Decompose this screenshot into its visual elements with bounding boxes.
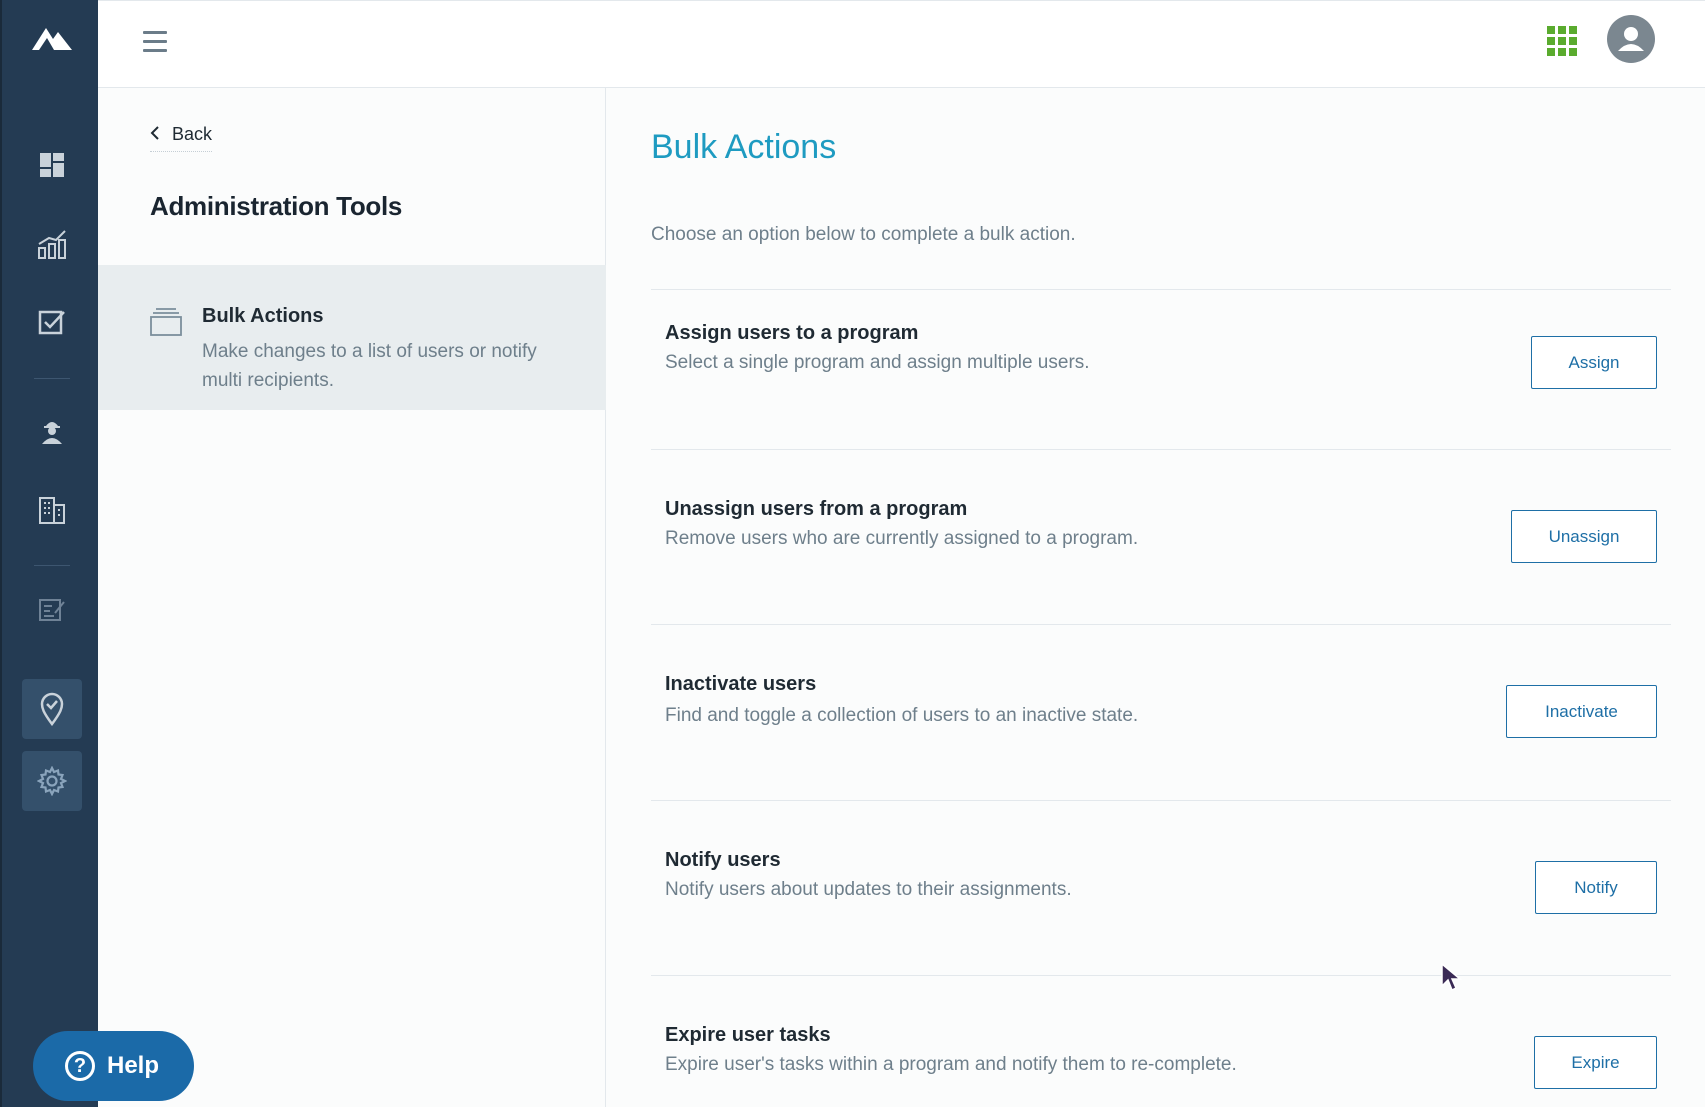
help-button[interactable]: ? Help	[33, 1031, 194, 1101]
action-row: Assign users to a program Select a singl…	[651, 289, 1671, 449]
action-title: Assign users to a program	[665, 322, 919, 344]
action-description: Notify users about updates to their assi…	[665, 879, 1072, 900]
dashboard-icon[interactable]	[22, 135, 82, 195]
analytics-chart-icon[interactable]	[22, 214, 82, 274]
action-title: Unassign users from a program	[665, 498, 968, 520]
action-description: Find and toggle a collection of users to…	[665, 705, 1139, 726]
edit-form-icon[interactable]	[22, 580, 82, 640]
panel-item-title: Bulk Actions	[202, 305, 324, 327]
action-title: Expire user tasks	[665, 1024, 831, 1046]
mountain-logo-icon[interactable]	[30, 22, 74, 58]
panel-title: Administration Tools	[150, 191, 403, 221]
assign-button[interactable]: Assign	[1531, 336, 1657, 389]
rail-divider	[34, 378, 70, 379]
building-icon[interactable]	[22, 480, 82, 540]
action-description: Remove users who are currently assigned …	[665, 528, 1139, 549]
page-title: Bulk Actions	[651, 128, 837, 166]
back-label: Back	[172, 124, 213, 144]
action-title: Inactivate users	[665, 673, 817, 695]
main-content: Bulk Actions Choose an option below to c…	[607, 88, 1705, 1107]
action-row: Expire user tasks Expire user's tasks wi…	[651, 975, 1671, 1107]
panel-item-description: Make changes to a list of users or notif…	[202, 341, 537, 391]
action-description: Expire user's tasks within a program and…	[665, 1054, 1237, 1075]
checkbox-task-icon[interactable]	[22, 292, 82, 352]
page-subtitle: Choose an option below to complete a bul…	[651, 224, 1076, 245]
user-avatar-icon[interactable]	[1607, 15, 1655, 63]
action-title: Notify users	[665, 849, 781, 871]
help-label: Help	[107, 1052, 160, 1079]
question-mark-icon: ?	[65, 1051, 95, 1081]
settings-gear-icon[interactable]	[22, 751, 82, 811]
back-link[interactable]: Back	[150, 124, 213, 152]
top-bar	[98, 0, 1705, 88]
action-row: Inactivate users Find and toggle a colle…	[651, 624, 1671, 800]
inactivate-button[interactable]: Inactivate	[1506, 685, 1657, 738]
unassign-button[interactable]: Unassign	[1511, 510, 1657, 563]
notify-button[interactable]: Notify	[1535, 861, 1657, 914]
expire-button[interactable]: Expire	[1534, 1036, 1657, 1089]
action-description: Select a single program and assign multi…	[665, 352, 1090, 373]
rail-divider	[34, 565, 70, 566]
action-row: Notify users Notify users about updates …	[651, 800, 1671, 975]
worker-person-icon[interactable]	[22, 401, 82, 461]
panel-item-bulk-actions[interactable]: Bulk Actions Make changes to a list of u…	[98, 265, 606, 410]
apps-grid-icon[interactable]	[1547, 26, 1577, 56]
stack-layers-icon	[150, 307, 182, 342]
left-navigation-rail	[0, 0, 98, 1107]
action-row: Unassign users from a program Remove use…	[651, 449, 1671, 624]
location-pin-icon[interactable]	[22, 679, 82, 739]
mouse-cursor-icon	[1440, 962, 1463, 997]
admin-tools-panel: Back Administration Tools Bulk Actions M…	[98, 88, 606, 1107]
hamburger-menu-icon[interactable]	[143, 31, 167, 55]
chevron-left-icon	[150, 124, 160, 145]
